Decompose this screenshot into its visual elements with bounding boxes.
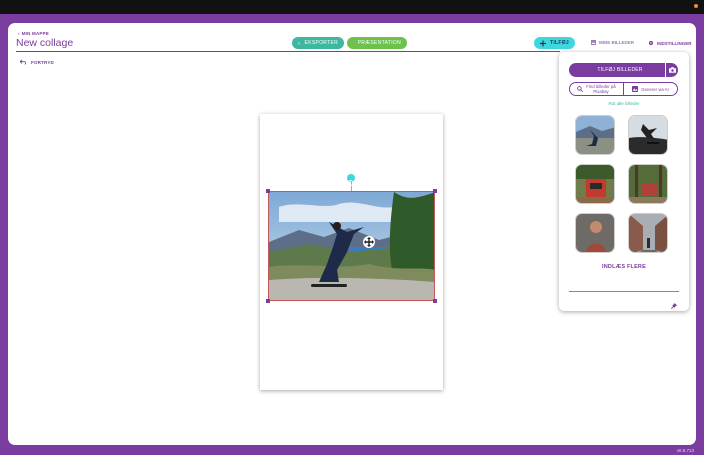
system-top-bar (0, 0, 704, 14)
my-images-label: MINE BILLEDER (599, 40, 635, 45)
pin-icon[interactable] (671, 296, 677, 314)
thumbnail-red-truck[interactable] (575, 164, 615, 204)
image-thumbnail-grid (575, 115, 669, 253)
find-pixabay-label: Find billeder på Pixabay (586, 84, 616, 94)
presentation-label: PRÆSENTATION (357, 40, 401, 46)
add-images-button[interactable]: TILFØJ BILLEDER (569, 63, 678, 77)
image-source-toggle: Find billeder på Pixabay Generer via AI (569, 82, 678, 96)
undo-icon (20, 59, 27, 65)
add-images-panel: TILFØJ BILLEDER Find billeder på Pixabay… (559, 52, 689, 311)
play-icon (353, 42, 354, 44)
image-icon (591, 40, 596, 45)
undo-label: FORTRYD (31, 59, 54, 65)
add-label: TILFØJ (549, 40, 569, 46)
version-label: v0.9.713 (676, 448, 694, 453)
thumbnail-skate-jump[interactable] (628, 115, 668, 155)
thumbnail-skate-lake[interactable] (575, 115, 615, 155)
search-icon (577, 86, 583, 92)
selected-photo-skateboarder[interactable] (268, 191, 435, 301)
header-divider (16, 51, 560, 52)
thumbnail-street-alley[interactable] (628, 213, 668, 253)
back-link-label: MIN MAPPE (21, 31, 50, 36)
resize-handle-top-left[interactable] (266, 189, 270, 193)
settings-label: INDSTILLINGER (657, 40, 692, 46)
plus-icon (540, 40, 546, 46)
resize-handle-bottom-right[interactable] (433, 299, 437, 303)
generate-ai-button[interactable]: Generer via AI (624, 83, 677, 95)
resize-handle-top-right[interactable] (433, 189, 437, 193)
settings-link[interactable]: INDSTILLINGER (648, 40, 692, 46)
add-button[interactable]: TILFØJ (534, 37, 575, 49)
find-pixabay-button[interactable]: Find billeder på Pixabay (570, 83, 624, 95)
add-images-label: TILFØJ BILLEDER (597, 67, 643, 73)
back-to-folder-link[interactable]: ‹ MIN MAPPE (18, 31, 49, 36)
generate-ai-label: Generer via AI (641, 86, 669, 92)
all-images-link[interactable]: Rút alle billeder (559, 101, 689, 106)
chevron-left-icon: ‹ (18, 31, 20, 36)
resize-handle-bottom-left[interactable] (266, 299, 270, 303)
app-window: ‹ MIN MAPPE New collage EKSPORTER PRÆSEN… (8, 23, 696, 445)
page-title[interactable]: New collage (16, 37, 73, 49)
rotate-icon (347, 180, 354, 186)
collage-canvas[interactable] (260, 114, 443, 390)
camera-icon[interactable] (665, 63, 678, 77)
thumbnail-portrait-woman[interactable] (575, 213, 615, 253)
gear-icon (648, 40, 654, 46)
rotate-handle[interactable] (347, 174, 355, 186)
my-images-link[interactable]: MINE BILLEDER (591, 40, 634, 45)
thumbnail-forest-cabin[interactable] (628, 164, 668, 204)
export-icon (298, 41, 301, 45)
image-icon (632, 86, 639, 92)
export-button[interactable]: EKSPORTER (292, 37, 344, 49)
move-icon[interactable] (363, 236, 375, 248)
presentation-button[interactable]: PRÆSENTATION (347, 37, 407, 49)
panel-divider (569, 291, 679, 292)
skateboarder-photo (269, 192, 434, 300)
load-more-button[interactable]: INDLÆS FLERE (559, 264, 689, 270)
undo-button[interactable]: FORTRYD (20, 59, 54, 65)
export-label: EKSPORTER (304, 40, 338, 46)
status-dot-icon (694, 4, 698, 8)
